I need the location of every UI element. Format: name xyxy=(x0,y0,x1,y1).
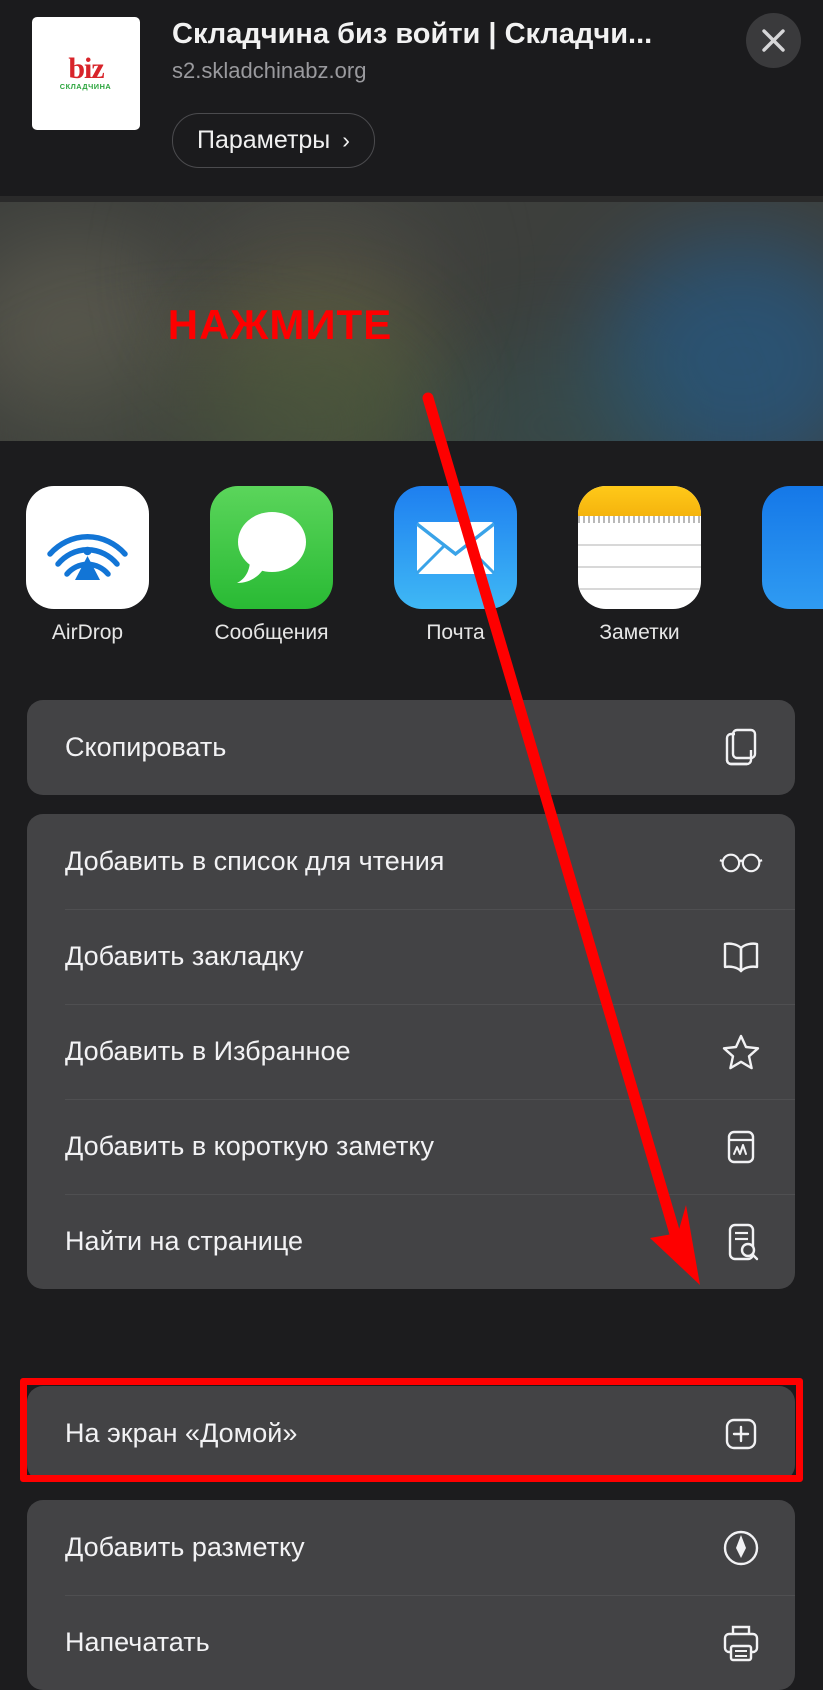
printer-icon xyxy=(719,1621,763,1665)
action-group-browser: Добавить в список для чтения Добавить за… xyxy=(27,814,795,1289)
messages-icon xyxy=(210,486,333,609)
share-target-messages[interactable]: Сообщения xyxy=(210,486,333,645)
share-target-mail[interactable]: Почта xyxy=(394,486,517,645)
quick-note-icon xyxy=(719,1125,763,1169)
share-sheet-screen: biz СКЛАДЧИНА Складчина биз войти | Скла… xyxy=(0,0,823,1690)
action-group-copy: Скопировать xyxy=(27,700,795,795)
share-targets-row: AirDrop Сообщения Почта Заметки xyxy=(0,441,823,679)
action-row-print[interactable]: Напечатать xyxy=(27,1595,795,1690)
mail-icon xyxy=(394,486,517,609)
action-row-quick-note[interactable]: Добавить в короткую заметку xyxy=(27,1099,795,1194)
parameters-button[interactable]: Параметры › xyxy=(172,113,375,168)
glasses-icon xyxy=(719,840,763,884)
share-target-airdrop[interactable]: AirDrop xyxy=(26,486,149,645)
close-button[interactable] xyxy=(746,13,801,68)
share-target-label: AirDrop xyxy=(51,621,124,644)
book-icon xyxy=(719,935,763,979)
action-label: Добавить в короткую заметку xyxy=(65,1131,435,1161)
notes-rule-line xyxy=(578,588,701,590)
find-in-page-icon xyxy=(719,1220,763,1264)
action-row-bookmark[interactable]: Добавить закладку xyxy=(27,909,795,1004)
action-label: На экран «Домой» xyxy=(65,1418,298,1448)
notes-icon xyxy=(578,486,701,609)
share-target-partial[interactable] xyxy=(762,486,823,621)
action-label: Добавить разметку xyxy=(65,1532,305,1562)
action-row-reading-list[interactable]: Добавить в список для чтения xyxy=(27,814,795,909)
page-preview: НАЖМИТЕ xyxy=(0,196,823,441)
share-sheet-header: biz СКЛАДЧИНА Складчина биз войти | Скла… xyxy=(0,0,823,196)
share-target-label: Заметки xyxy=(599,621,680,644)
tap-annotation-label: НАЖМИТЕ xyxy=(167,301,393,348)
action-label: Добавить закладку xyxy=(65,941,304,971)
action-label: Найти на странице xyxy=(65,1226,304,1256)
chevron-right-icon: › xyxy=(342,127,350,153)
notes-perforation xyxy=(578,516,701,523)
action-row-copy[interactable]: Скопировать xyxy=(27,700,795,795)
app-icon-partial xyxy=(762,486,823,609)
share-target-label: Почта xyxy=(426,621,485,644)
page-title: Складчина биз войти | Складчи... xyxy=(172,18,653,50)
action-row-add-to-home-screen[interactable]: На экран «Домой» xyxy=(27,1386,795,1481)
action-label: Скопировать xyxy=(65,732,227,762)
site-logo-text: biz xyxy=(68,52,104,85)
notes-header-strip xyxy=(578,486,701,516)
action-label: Напечатать xyxy=(65,1627,210,1657)
action-label: Добавить в список для чтения xyxy=(65,846,445,876)
action-group-markup-print: Добавить разметку Напечатать xyxy=(27,1500,795,1690)
notes-rule-line xyxy=(578,544,701,546)
close-icon xyxy=(760,27,787,54)
notes-rule-line xyxy=(578,566,701,568)
action-row-find-in-page[interactable]: Найти на странице xyxy=(27,1194,795,1289)
action-group-home-screen: На экран «Домой» xyxy=(27,1386,795,1481)
share-target-notes[interactable]: Заметки xyxy=(578,486,701,645)
site-thumbnail: biz СКЛАДЧИНА xyxy=(32,17,140,130)
page-url: s2.skladchinabz.org xyxy=(172,58,367,83)
add-to-home-screen-icon xyxy=(719,1412,763,1456)
action-row-favorites[interactable]: Добавить в Избранное xyxy=(27,1004,795,1099)
star-icon xyxy=(719,1030,763,1074)
site-logo-subtext: СКЛАДЧИНА xyxy=(60,84,112,91)
airdrop-icon xyxy=(26,486,149,609)
action-row-markup[interactable]: Добавить разметку xyxy=(27,1500,795,1595)
share-target-label: Сообщения xyxy=(214,621,329,644)
copy-icon xyxy=(719,726,763,770)
action-label: Добавить в Избранное xyxy=(65,1036,351,1066)
parameters-label: Параметры xyxy=(197,126,331,154)
preview-top-edge xyxy=(0,196,823,202)
markup-pen-icon xyxy=(719,1526,763,1570)
